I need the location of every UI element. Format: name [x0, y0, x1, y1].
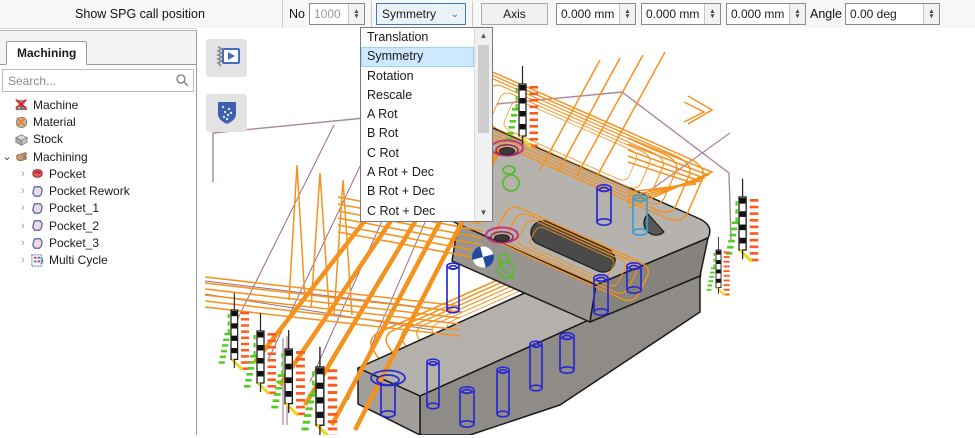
machining-manager-panel: Machining Machine Material Stock ⌄ Machining… [0, 30, 197, 435]
tree-item-multi-cycle[interactable]: › Multi Cycle [0, 252, 196, 269]
transform-dropdown-list: TranslationSymmetryRotationRescaleA RotB… [360, 27, 493, 222]
tree-item-label: Pocket_2 [49, 219, 99, 233]
tree-item-pocket-3[interactable]: › Pocket_3 [0, 234, 196, 251]
offset-z-spinner[interactable]: 0.000 mm ▲▼ [726, 3, 806, 25]
expander-open-icon[interactable]: ⌄ [0, 150, 14, 163]
angle-value: 0.00 deg [846, 7, 923, 21]
tree-item-label: Pocket Rework [49, 184, 130, 198]
pocket-red-icon [30, 166, 45, 181]
cam-3d-scene [197, 28, 975, 435]
axis-button[interactable]: Axis [481, 3, 548, 25]
machine-icon [14, 97, 29, 112]
dropdown-option[interactable]: Rotation [361, 67, 474, 86]
stock-icon [14, 132, 29, 147]
tree-item-label: Machining [33, 150, 88, 164]
simulate-toolpath-button[interactable] [206, 39, 247, 77]
scroll-down-icon[interactable]: ▼ [480, 205, 488, 221]
spinner-arrows-icon[interactable]: ▲▼ [348, 4, 364, 24]
spg-number-spinner[interactable]: 1000 ▲▼ [309, 3, 365, 25]
offset-z-value: 0.000 mm [727, 7, 789, 21]
tree-item-pocket[interactable]: › Pocket [0, 165, 196, 182]
tree-item-label: Machine [33, 98, 78, 112]
verify-shield-button[interactable] [206, 94, 247, 132]
tree-item-pocket-rework[interactable]: › Pocket Rework [0, 182, 196, 199]
toolbar-separator [371, 1, 372, 27]
tab-machining-label: Machining [17, 46, 76, 60]
tree-item-material[interactable]: Material [0, 113, 196, 130]
scroll-thumb[interactable] [478, 45, 489, 133]
expander-closed-icon[interactable]: › [16, 237, 30, 249]
shield-dots-icon [216, 100, 238, 126]
spg-number-value: 1000 [310, 7, 348, 21]
chevron-down-icon: ⌄ [451, 9, 465, 20]
pocket-icon [30, 201, 45, 216]
no-label: No [289, 7, 305, 21]
dropdown-option[interactable]: C Rot [361, 144, 474, 163]
tree-item-pocket-2[interactable]: › Pocket_2 [0, 217, 196, 234]
machining-tree: MachineMaterialStock⌄Machining›Pocket›Po… [0, 96, 196, 269]
transform-type-value: Symmetry [382, 7, 436, 21]
search-icon [175, 73, 189, 87]
dropdown-option[interactable]: A Rot + Dec [361, 163, 474, 182]
offset-y-spinner[interactable]: 0.000 mm ▲▼ [641, 3, 721, 25]
pocket-icon [30, 236, 45, 251]
machining-icon [14, 149, 29, 164]
dropdown-option[interactable]: C Rot + Dec [361, 202, 474, 221]
angle-label: Angle [810, 7, 842, 21]
show-spg-call-position-label: Show SPG call position [0, 7, 280, 21]
expander-closed-icon[interactable]: › [16, 185, 30, 197]
tree-item-machine[interactable]: Machine [0, 96, 196, 113]
spinner-arrows-icon[interactable]: ▲▼ [789, 4, 805, 24]
pocket-icon [30, 184, 45, 199]
expander-closed-icon[interactable]: › [16, 220, 30, 232]
tree-search-box [2, 69, 194, 92]
expander-closed-icon[interactable]: › [16, 254, 30, 266]
tree-item-pocket-1[interactable]: › Pocket_1 [0, 200, 196, 217]
transform-toolbar: Show SPG call position No 1000 ▲▼ Symmet… [0, 0, 975, 29]
app-window: { "toolbar": { "show_spg_label": "Show S… [0, 0, 975, 435]
multicycle-icon [30, 253, 45, 268]
dropdown-option[interactable]: B Rot [361, 124, 474, 143]
expander-closed-icon[interactable]: › [16, 202, 30, 214]
dropdown-option[interactable]: A Rot [361, 105, 474, 124]
spinner-arrows-icon[interactable]: ▲▼ [923, 4, 939, 24]
tree-item-label: Pocket [49, 167, 86, 181]
dropdown-items: TranslationSymmetryRotationRescaleA RotB… [361, 28, 474, 221]
dropdown-option[interactable]: B Rot + Dec [361, 182, 474, 201]
angle-spinner[interactable]: 0.00 deg ▲▼ [845, 3, 940, 25]
viewport-3d[interactable] [197, 28, 975, 435]
spinner-arrows-icon[interactable]: ▲▼ [619, 4, 635, 24]
transform-type-combobox[interactable]: Symmetry ⌄ [376, 3, 466, 25]
tab-machining[interactable]: Machining [6, 41, 87, 65]
tree-item-machining[interactable]: ⌄ Machining [0, 148, 196, 165]
tree-item-stock[interactable]: Stock [0, 131, 196, 148]
toolbar-separator [282, 1, 283, 27]
tree-item-label: Material [33, 115, 76, 129]
search-input[interactable] [3, 70, 193, 91]
scroll-up-icon[interactable]: ▲ [480, 28, 488, 44]
expander-closed-icon[interactable]: › [16, 168, 30, 180]
offset-y-value: 0.000 mm [642, 7, 704, 21]
offset-x-value: 0.000 mm [557, 7, 619, 21]
sidebar-tabstrip: Machining [0, 31, 196, 65]
axis-button-label: Axis [503, 7, 526, 21]
tree-item-label: Multi Cycle [49, 253, 108, 267]
tool-play-icon [212, 45, 242, 71]
tree-item-label: Pocket_1 [49, 201, 99, 215]
toolbar-separator [472, 1, 473, 27]
material-icon [14, 114, 29, 129]
spinner-arrows-icon[interactable]: ▲▼ [704, 4, 720, 24]
tree-item-label: Stock [33, 132, 63, 146]
offset-x-spinner[interactable]: 0.000 mm ▲▼ [556, 3, 636, 25]
dropdown-scrollbar[interactable]: ▲ ▼ [474, 28, 492, 221]
tree-item-label: Pocket_3 [49, 236, 99, 250]
pocket-icon [30, 218, 45, 233]
dropdown-option[interactable]: Rescale [361, 86, 474, 105]
dropdown-option[interactable]: Translation [361, 28, 474, 47]
dropdown-option[interactable]: Symmetry [361, 47, 474, 66]
